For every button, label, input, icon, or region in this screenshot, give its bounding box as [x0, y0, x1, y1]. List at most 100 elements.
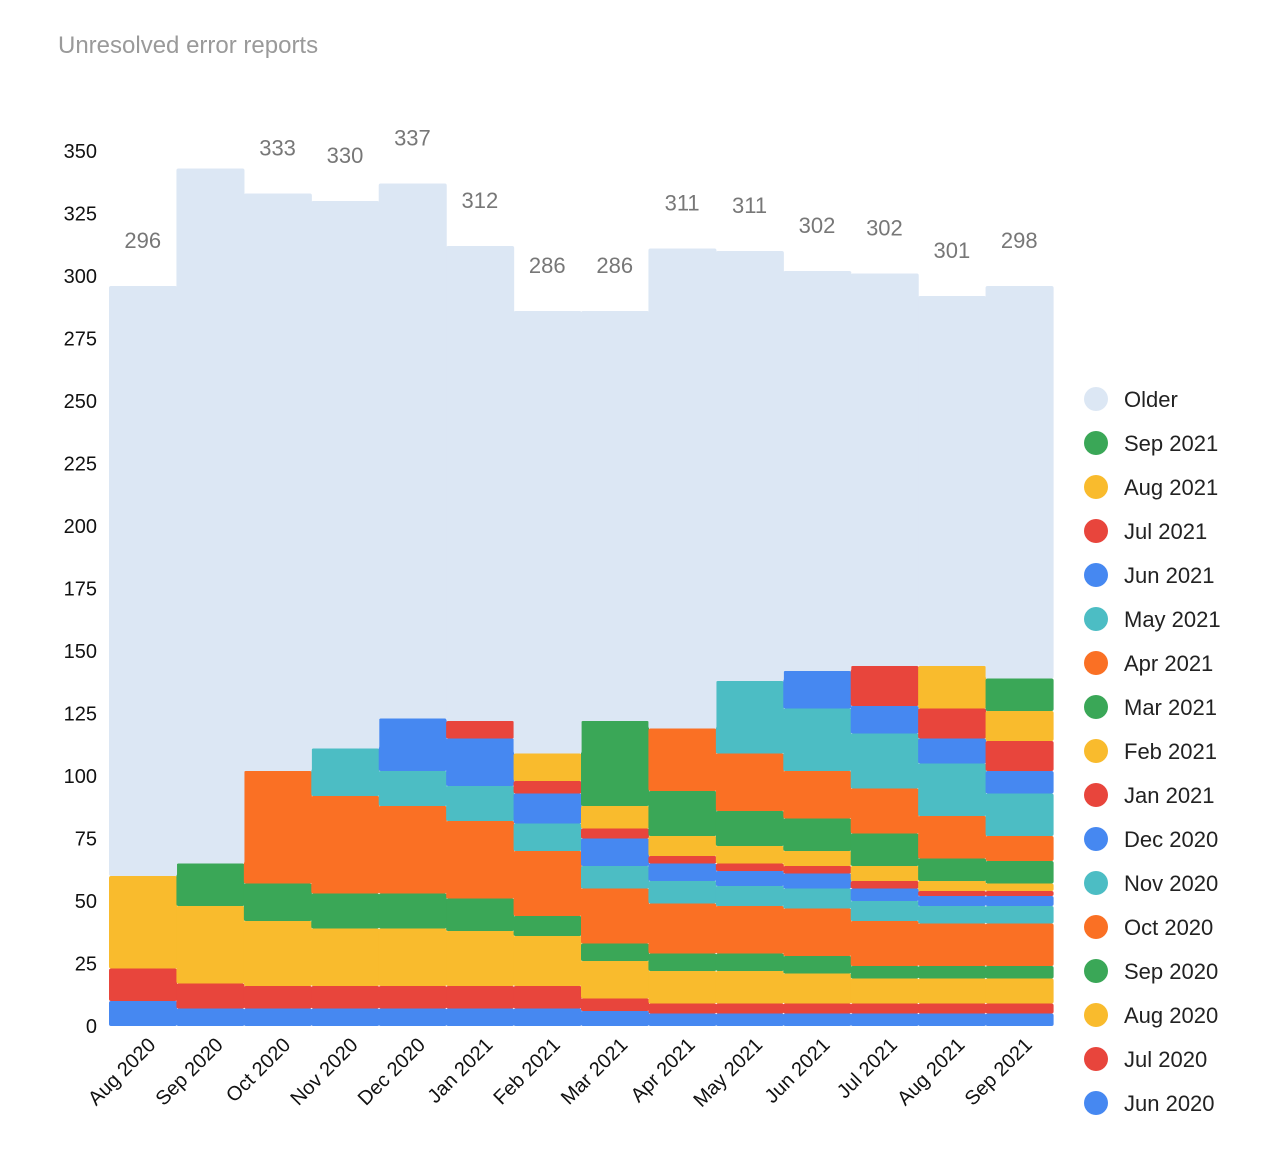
area-segment-dec-2020-feb-2021 [513, 793, 582, 824]
legend-item-jun-2021[interactable]: Jun 2021 [1084, 563, 1215, 588]
y-tick-label: 200 [64, 516, 97, 538]
area-segment-older-may-2021 [715, 251, 784, 681]
legend-item-feb-2021[interactable]: Feb 2021 [1084, 739, 1217, 764]
y-tick-label: 275 [64, 329, 97, 351]
area-segment-jul-2020-may-2021 [715, 1003, 784, 1014]
area-segment-older-mar-2021 [581, 311, 650, 721]
area-segment-nov-2020-may-2021 [715, 886, 784, 906]
area-segment-sep-2020-sep-2020 [176, 863, 245, 906]
legend-marker [1084, 431, 1108, 455]
legend-item-jan-2021[interactable]: Jan 2021 [1084, 783, 1215, 808]
area-segment-jan-2021-jun-2021 [783, 866, 852, 874]
area-segment-may-2021-jun-2021 [783, 708, 852, 771]
legend-marker [1084, 695, 1108, 719]
legend-marker [1084, 739, 1108, 763]
legend-item-nov-2020[interactable]: Nov 2020 [1084, 871, 1218, 896]
area-segment-jun-2021-sep-2021 [985, 771, 1054, 794]
area-segment-sep-2020-nov-2020 [311, 893, 380, 929]
legend-item-sep-2021[interactable]: Sep 2021 [1084, 431, 1218, 456]
area-segment-dec-2020-jun-2021 [783, 873, 852, 889]
legend-item-mar-2021[interactable]: Mar 2021 [1084, 695, 1217, 720]
area-segment-jul-2020-dec-2020 [378, 986, 447, 1009]
legend: Older Sep 2021 Aug 2021 Jul 2021 Jun 2021 May… [1084, 387, 1221, 1116]
area-segment-aug-2021-sep-2021 [985, 711, 1054, 741]
area-segment-aug-2020-jan-2021 [446, 931, 515, 986]
area-segment-sep-2020-jan-2021 [446, 898, 515, 931]
area-segment-jun-2020-oct-2020 [243, 1008, 312, 1026]
area-segment-apr-2021-aug-2021 [918, 816, 987, 859]
total-label: 333 [259, 136, 296, 161]
legend-item-sep-2020[interactable]: Sep 2020 [1084, 959, 1218, 984]
x-tick-label: Nov 2020 [286, 1034, 362, 1110]
legend-label: Older [1124, 387, 1178, 412]
area-segment-jul-2020-feb-2021 [513, 986, 582, 1009]
y-tick-label: 150 [64, 641, 97, 663]
area-segment-older-aug-2021 [918, 296, 987, 666]
legend-label: May 2021 [1124, 607, 1221, 632]
area-segment-aug-2021-aug-2021 [918, 666, 987, 709]
area-segment-jun-2020-dec-2020 [378, 1008, 447, 1026]
area-segment-sep-2020-apr-2021 [648, 953, 717, 971]
area-segment-jul-2020-mar-2021 [581, 998, 650, 1011]
area-segment-may-2021-may-2021 [715, 681, 784, 754]
legend-item-apr-2021[interactable]: Apr 2021 [1084, 651, 1213, 676]
area-segment-nov-2020-apr-2021 [648, 881, 717, 904]
legend-marker [1084, 651, 1108, 675]
area-segment-oct-2020-dec-2020 [378, 806, 447, 894]
area-segment-older-sep-2020 [176, 168, 245, 864]
area-segment-jun-2020-sep-2021 [985, 1013, 1054, 1026]
area-segment-nov-2020-feb-2021 [513, 823, 582, 851]
legend-item-jul-2020[interactable]: Jul 2020 [1084, 1047, 1207, 1072]
legend-marker [1084, 607, 1108, 631]
area-segment-sep-2020-aug-2021 [918, 966, 987, 979]
x-tick-label: Mar 2021 [557, 1034, 632, 1109]
area-segment-jun-2020-nov-2020 [311, 1008, 380, 1026]
area-segment-oct-2020-jan-2021 [446, 821, 515, 899]
area-segment-apr-2021-apr-2021 [648, 728, 717, 791]
area-segment-oct-2020-oct-2020 [243, 771, 312, 884]
area-segment-jun-2020-jan-2021 [446, 1008, 515, 1026]
area-segment-nov-2020-jan-2021 [446, 786, 515, 821]
area-segment-oct-2020-mar-2021 [581, 888, 650, 944]
area-segment-jan-2021-jul-2021 [850, 881, 919, 889]
legend-item-aug-2021[interactable]: Aug 2021 [1084, 475, 1218, 500]
total-label: 296 [124, 228, 161, 253]
area-segment-aug-2020-jun-2021 [783, 973, 852, 1004]
plot-area [109, 168, 1054, 1026]
area-segment-oct-2020-jun-2021 [783, 908, 852, 956]
y-tick-label: 250 [64, 391, 97, 413]
area-segment-mar-2021-mar-2021 [581, 721, 650, 806]
area-segment-jul-2020-aug-2020 [109, 968, 178, 1001]
legend-item-dec-2020[interactable]: Dec 2020 [1084, 827, 1218, 852]
area-segment-jun-2020-jun-2021 [783, 1013, 852, 1026]
legend-item-may-2021[interactable]: May 2021 [1084, 607, 1221, 632]
area-segment-nov-2020-aug-2021 [918, 906, 987, 924]
y-tick-label: 325 [64, 204, 97, 226]
area-segment-jun-2020-apr-2021 [648, 1013, 717, 1026]
legend-marker [1084, 1047, 1108, 1071]
y-axis: 0 25 50 75 100 125 150 175 200 225 250 275 300 325 350 [64, 141, 97, 1038]
area-segment-dec-2020-aug-2021 [918, 896, 987, 906]
y-tick-label: 100 [64, 766, 97, 788]
area-segment-sep-2020-oct-2020 [243, 883, 312, 921]
area-segment-older-apr-2021 [648, 248, 717, 729]
area-segment-jun-2020-jul-2021 [850, 1013, 919, 1026]
y-tick-label: 175 [64, 579, 97, 601]
y-tick-label: 0 [86, 1016, 97, 1038]
area-segment-jul-2020-jul-2021 [850, 1003, 919, 1014]
area-segment-nov-2020-dec-2020 [378, 771, 447, 806]
area-segment-dec-2020-dec-2020 [378, 718, 447, 771]
legend-item-jul-2021[interactable]: Jul 2021 [1084, 519, 1207, 544]
area-segment-feb-2021-feb-2021 [513, 753, 582, 781]
legend-item-aug-2020[interactable]: Aug 2020 [1084, 1003, 1218, 1028]
area-segment-aug-2020-may-2021 [715, 971, 784, 1004]
legend-marker [1084, 1091, 1108, 1115]
series-sep-2021 [985, 678, 1054, 711]
area-segment-oct-2020-nov-2020 [311, 796, 380, 894]
total-label: 302 [799, 213, 836, 238]
legend-item-oct-2020[interactable]: Oct 2020 [1084, 915, 1213, 940]
area-segment-aug-2020-dec-2020 [378, 928, 447, 986]
area-segment-dec-2020-sep-2021 [985, 896, 1054, 906]
legend-item-older[interactable]: Older [1084, 387, 1178, 412]
legend-item-jun-2020[interactable]: Jun 2020 [1084, 1091, 1215, 1116]
